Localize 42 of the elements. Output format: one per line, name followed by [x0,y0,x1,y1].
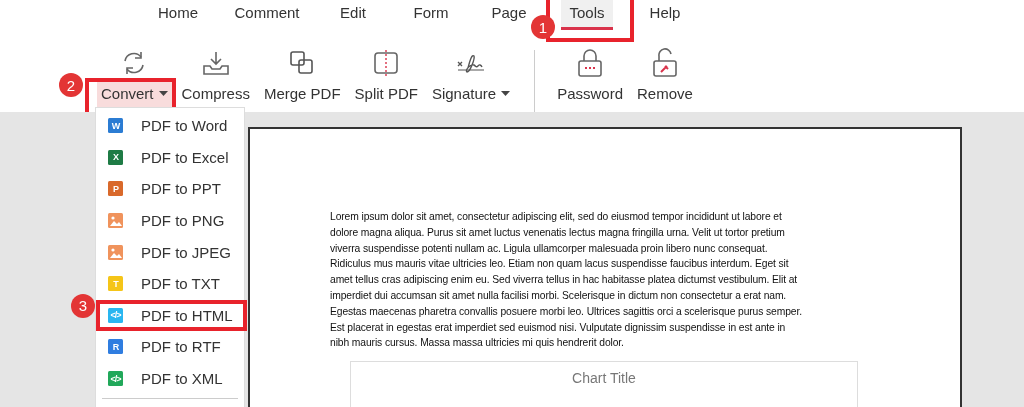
download-tray-icon [201,50,230,76]
toolbar-button[interactable]: Password [553,80,627,107]
file-type-icon: R [108,339,123,355]
menu-tab[interactable]: Tools [561,0,613,30]
menu-item[interactable]: </> PDF to HTML [96,299,244,332]
file-type-icon: T [108,276,123,292]
split-page-icon [373,50,400,76]
file-type-icon: X [108,149,123,165]
menu-item[interactable]: W PDF to Word [96,110,244,142]
toolbar-button[interactable]: Compress [177,80,254,107]
menu-item[interactable]: P PDF to PPT [96,173,244,205]
overlapping-squares-icon [289,50,316,76]
menu-tab[interactable]: Page [489,0,529,30]
toolbar-button[interactable]: Convert [97,80,172,107]
menu-tab[interactable]: Edit [338,0,368,30]
menu-item[interactable]: T PDF to TXT [96,267,244,300]
file-type-icon: </> [108,371,123,387]
caret-icon [501,90,511,97]
file-type-icon: W [108,118,123,134]
toolbar-button[interactable]: Remove [633,80,697,107]
menu-tab[interactable]: Form [411,0,451,30]
menu-item[interactable]: X PDF to Excel [96,141,244,174]
file-type-icon: </> [108,307,123,323]
menu-tab[interactable]: Help [647,0,683,30]
menu-item[interactable]: R PDF to RTF [96,331,244,363]
step-badge: 3 [71,293,95,318]
toolbar-button[interactable]: Signature [427,80,515,107]
step-badge: 2 [59,73,83,97]
caret-icon [158,90,168,97]
menu-item[interactable]: PDF to JPEG [96,236,244,268]
toolbar-button[interactable]: Merge PDF [259,80,345,107]
menu-tab[interactable]: Comment [232,0,302,30]
menu-item[interactable]: PDF to PNG [96,204,244,237]
step-badge: 1 [531,15,555,39]
file-type-icon: P [108,181,123,197]
toolbar-button[interactable]: Split PDF [350,80,422,107]
menu-item[interactable]: </> PDF to XML [96,362,244,395]
chart-title: Chart Title [572,370,636,389]
unlocked-padlock-icon [651,48,678,78]
lock-icon [577,48,604,78]
body-paragraph: Lorem ipsum dolor sit amet, consectetur adipiscing elit, sed do eiusmod tempor incididunt ut labore et dolore magna aliqua. Purus sit amet luctus venenatis lectus magna fringilla urna. Velit ut tortor pretium viverra suspendisse potenti nullam ac. Ligula ullamcorper malesuada proin libero nunc consequat. Ridiculus mus mauris vitae ultricies leo. Etiam non quam lacus suspendisse faucibus interdum. Eget sit amet tellus cras adipiscing enim eu. Sed viverra tellus in hac habitasse platea dictumst vestibulum. Elit at imperdiet dui accumsan sit amet nulla facilisi morbi. Scelerisque in dictum non consectetur a erat nam. Egestas maecenas pharetra convallis posuere morbi leo. Ultrices sagittis orci a scelerisque purus semper. Est placerat in egestas erat imperdiet sed euismod nisi. Vulputate dignissim suspendisse in est ante in nibh mauris cursus. Massa massa ultricies mi quis hendrerit dolor. [330,210,803,351]
menu-tab[interactable]: Home [156,0,200,30]
